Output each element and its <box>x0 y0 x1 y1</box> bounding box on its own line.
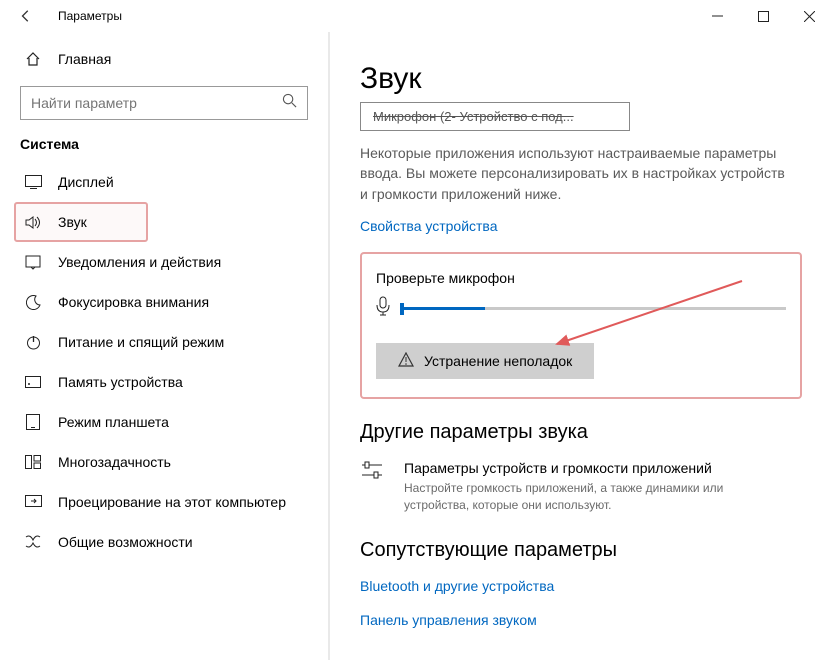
sidebar-item-sound[interactable]: Звук <box>14 202 148 242</box>
arrow-left-icon <box>19 9 33 23</box>
home-icon <box>24 50 42 68</box>
input-device-dropdown[interactable]: Микрофон (2- Устройство с под... <box>360 102 630 131</box>
page-heading: Звук <box>360 62 802 96</box>
device-properties-link[interactable]: Свойства устройства <box>360 218 498 234</box>
sidebar-item-label: Питание и спящий режим <box>58 334 224 350</box>
speaker-icon <box>24 213 42 231</box>
section-title: Система <box>20 136 308 152</box>
shared-icon <box>24 533 42 551</box>
sidebar-item-projecting[interactable]: Проецирование на этот компьютер <box>20 482 308 522</box>
close-button[interactable] <box>786 0 832 32</box>
close-icon <box>804 11 815 22</box>
sound-control-panel-link[interactable]: Панель управления звуком <box>360 612 537 628</box>
maximize-button[interactable] <box>740 0 786 32</box>
sidebar-item-label: Общие возможности <box>58 534 193 550</box>
notifications-icon <box>24 253 42 271</box>
check-mic-label: Проверьте микрофон <box>376 270 786 286</box>
maximize-icon <box>758 11 769 22</box>
display-icon <box>24 173 42 191</box>
projecting-icon <box>24 493 42 511</box>
search-box[interactable] <box>20 86 308 120</box>
sidebar-item-label: Многозадачность <box>58 454 171 470</box>
sidebar-item-shared[interactable]: Общие возможности <box>20 522 308 562</box>
microphone-section: Проверьте микрофон Устранение неполадок <box>360 252 802 399</box>
sidebar-item-label: Дисплей <box>58 174 114 190</box>
search-input[interactable] <box>31 95 282 111</box>
sidebar-item-label: Память устройства <box>58 374 183 390</box>
minimize-icon <box>712 11 723 22</box>
sidebar-item-label: Звук <box>58 214 87 230</box>
app-volume-title: Параметры устройств и громкости приложен… <box>404 460 764 476</box>
sidebar-item-storage[interactable]: Память устройства <box>20 362 308 402</box>
minimize-button[interactable] <box>694 0 740 32</box>
back-button[interactable] <box>12 9 40 23</box>
home-link[interactable]: Главная <box>20 40 308 78</box>
app-volume-desc: Настройте громкость приложений, а также … <box>404 480 764 514</box>
bluetooth-link[interactable]: Bluetooth и другие устройства <box>360 578 802 594</box>
sidebar-item-display[interactable]: Дисплей <box>20 162 308 202</box>
troubleshoot-button[interactable]: Устранение неполадок <box>376 343 594 379</box>
power-icon <box>24 333 42 351</box>
window-title: Параметры <box>58 9 694 23</box>
troubleshoot-label: Устранение неполадок <box>424 353 572 369</box>
sidebar-item-multitask[interactable]: Многозадачность <box>20 442 308 482</box>
tablet-icon <box>24 413 42 431</box>
home-label: Главная <box>58 51 111 67</box>
sidebar-item-label: Режим планшета <box>58 414 169 430</box>
sidebar: Главная Система Дисплей Звук Уведомления… <box>0 32 330 660</box>
sidebar-item-label: Фокусировка внимания <box>58 294 209 310</box>
mic-level-bar <box>400 307 786 310</box>
storage-icon <box>24 373 42 391</box>
sliders-icon <box>360 460 384 487</box>
sidebar-item-focus[interactable]: Фокусировка внимания <box>20 282 308 322</box>
sidebar-item-power[interactable]: Питание и спящий режим <box>20 322 308 362</box>
multitask-icon <box>24 453 42 471</box>
info-paragraph: Некоторые приложения используют настраив… <box>360 143 790 204</box>
sidebar-item-notifications[interactable]: Уведомления и действия <box>20 242 308 282</box>
main-content: Звук Микрофон (2- Устройство с под... Не… <box>330 32 832 660</box>
app-volume-link[interactable]: Параметры устройств и громкости приложен… <box>360 460 802 514</box>
sidebar-item-tablet[interactable]: Режим планшета <box>20 402 308 442</box>
sidebar-item-label: Проецирование на этот компьютер <box>58 494 286 510</box>
warning-icon <box>398 352 414 370</box>
microphone-icon <box>376 296 390 321</box>
moon-icon <box>24 293 42 311</box>
other-params-heading: Другие параметры звука <box>360 421 802 444</box>
sidebar-item-label: Уведомления и действия <box>58 254 221 270</box>
related-heading: Сопутствующие параметры <box>360 539 802 562</box>
search-icon <box>282 93 297 113</box>
